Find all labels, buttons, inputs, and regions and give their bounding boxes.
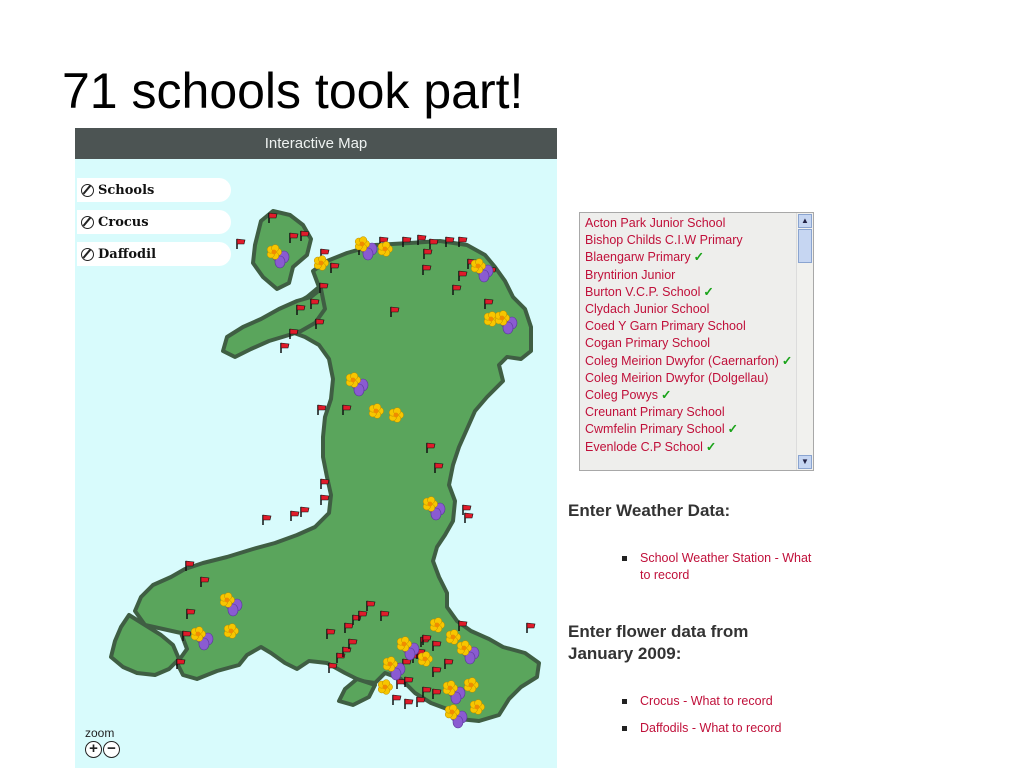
- daffodil-icon[interactable]: [377, 679, 393, 695]
- crocus-link[interactable]: Crocus - What to record: [622, 693, 812, 710]
- scroll-up-button[interactable]: ▲: [798, 214, 812, 228]
- check-icon[interactable]: [81, 183, 94, 197]
- school-flag-icon[interactable]: [464, 512, 474, 523]
- school-flag-icon[interactable]: [300, 506, 310, 517]
- school-flag-icon[interactable]: [320, 494, 330, 505]
- llyn-peninsula: [221, 287, 327, 359]
- check-icon[interactable]: [81, 215, 94, 229]
- layer-label: Daffodil: [98, 246, 157, 262]
- school-name: Evenlode C.P School: [585, 439, 703, 454]
- weather-station-link[interactable]: School Weather Station - What to record: [622, 550, 812, 584]
- school-name: Coed Y Garn Primary School: [585, 319, 746, 334]
- daffodils-link[interactable]: Daffodils - What to record: [622, 720, 812, 737]
- check-icon[interactable]: [81, 247, 94, 261]
- school-list-item[interactable]: Coleg Meirion Dwyfor (Dolgellau): [585, 370, 795, 387]
- layer-label: Schools: [98, 182, 155, 198]
- checkmark-icon: ✓: [693, 250, 705, 265]
- checkmark-icon: ✓: [727, 422, 739, 437]
- layer-label: Crocus: [98, 214, 149, 230]
- school-list-item[interactable]: Creunant Primary School: [585, 404, 795, 421]
- school-flag-icon[interactable]: [526, 622, 536, 633]
- checkmark-icon: ✓: [705, 439, 717, 454]
- school-list-item[interactable]: Bishop Childs C.I.W Primary: [585, 232, 795, 249]
- school-name: Cogan Primary School: [585, 336, 711, 351]
- school-flag-icon[interactable]: [236, 238, 246, 249]
- scrollbar[interactable]: ▲ ▼: [796, 213, 813, 470]
- school-flag-icon[interactable]: [289, 328, 299, 339]
- school-list-item[interactable]: Coleg Meirion Dwyfor (Caernarfon) ✓: [585, 353, 795, 370]
- flower-links: Crocus - What to record Daffodils - What…: [622, 693, 812, 737]
- school-flag-icon[interactable]: [262, 514, 272, 525]
- school-list: Acton Park Junior School Bishop Childs C.…: [580, 213, 795, 456]
- school-flag-icon[interactable]: [280, 342, 290, 353]
- school-list-item[interactable]: Coleg Powys ✓: [585, 387, 795, 404]
- school-name: Burton V.C.P. School: [585, 284, 701, 299]
- anglesey-landmass: [251, 209, 313, 291]
- school-flag-icon[interactable]: [392, 694, 402, 705]
- weather-links: School Weather Station - What to record: [622, 550, 812, 584]
- school-list-item[interactable]: Blaengarw Primary ✓: [585, 249, 795, 266]
- gower-peninsula: [337, 677, 377, 707]
- school-flag-icon[interactable]: [416, 696, 426, 707]
- weather-heading: Enter Weather Data:: [568, 501, 731, 520]
- checkmark-icon: ✓: [703, 284, 714, 299]
- zoom-label: zoom: [85, 726, 115, 740]
- interactive-map[interactable]: Interactive Map Schools Crocus Daffodil …: [75, 128, 557, 768]
- slide-title: 71 schools took part!: [62, 63, 524, 119]
- school-flag-icon[interactable]: [396, 678, 406, 689]
- school-name: Bryntirion Junior: [585, 267, 676, 282]
- checkmark-icon: ✓: [781, 353, 793, 368]
- school-name: Bishop Childs C.I.W Primary: [585, 233, 743, 248]
- school-list-item[interactable]: Burton V.C.P. School ✓: [585, 284, 795, 301]
- map-header: Interactive Map: [75, 128, 557, 159]
- school-list-item[interactable]: Acton Park Junior School: [585, 215, 795, 232]
- zoom-out-button[interactable]: −: [103, 741, 120, 758]
- wales-mainland: [133, 239, 541, 723]
- school-list-item[interactable]: Cwmfelin Primary School ✓: [585, 421, 795, 438]
- school-name: Clydach Junior School: [585, 302, 710, 317]
- school-list-item[interactable]: Clydach Junior School: [585, 301, 795, 318]
- school-flag-icon[interactable]: [404, 698, 414, 709]
- school-list-item[interactable]: Cogan Primary School: [585, 335, 795, 352]
- school-name: Cwmfelin Primary School: [585, 422, 725, 437]
- school-name: Blaengarw Primary: [585, 250, 691, 265]
- school-name: Coleg Meirion Dwyfor (Caernarfon): [585, 353, 779, 368]
- layer-toggle-crocus[interactable]: Crocus: [77, 210, 231, 234]
- checkmark-icon: ✓: [660, 388, 672, 403]
- school-name: Coleg Meirion Dwyfor (Dolgellau): [585, 370, 769, 385]
- school-list-box[interactable]: Acton Park Junior School Bishop Childs C.…: [579, 212, 814, 471]
- zoom-control: zoom + −: [85, 726, 120, 758]
- scroll-down-button[interactable]: ▼: [798, 455, 812, 469]
- school-list-item[interactable]: Coed Y Garn Primary School: [585, 318, 795, 335]
- school-list-item[interactable]: Bryntirion Junior: [585, 267, 795, 284]
- school-flag-icon[interactable]: [290, 510, 300, 521]
- scroll-thumb[interactable]: [798, 229, 812, 263]
- layer-toggle-daffodil[interactable]: Daffodil: [77, 242, 231, 266]
- school-name: Creunant Primary School: [585, 405, 725, 420]
- school-flag-icon[interactable]: [328, 662, 338, 673]
- school-list-item[interactable]: Evenlode C.P School ✓: [585, 439, 795, 456]
- zoom-in-button[interactable]: +: [85, 741, 102, 758]
- school-name: Coleg Powys: [585, 388, 658, 403]
- layer-toggle-schools[interactable]: Schools: [77, 178, 231, 202]
- school-name: Acton Park Junior School: [585, 216, 726, 230]
- flower-heading: Enter flower data from January 2009:: [568, 622, 749, 663]
